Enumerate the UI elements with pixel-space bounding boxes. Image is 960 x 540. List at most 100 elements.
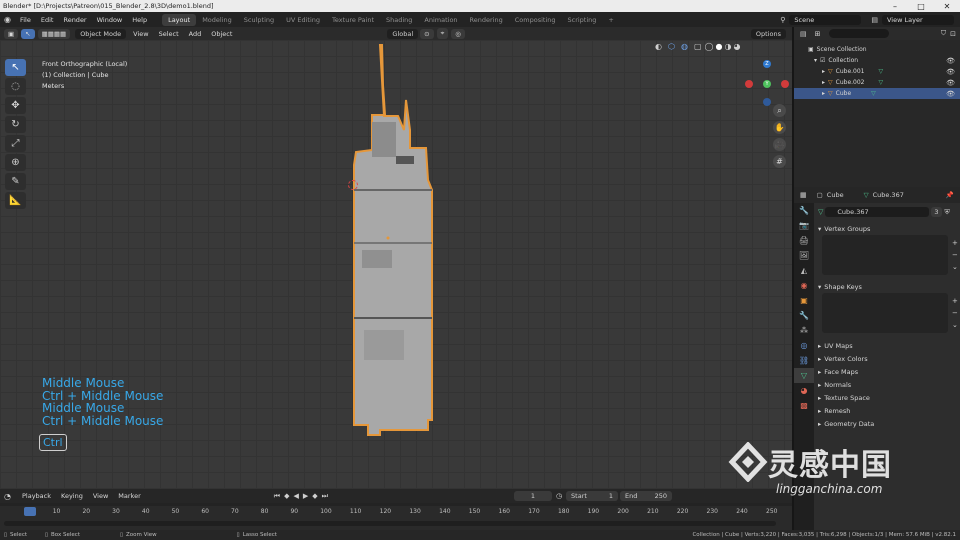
scene-selector[interactable]: Scene <box>789 14 862 25</box>
workspace-tab-animation[interactable]: Animation <box>418 14 463 26</box>
eye-icon[interactable]: 👁 <box>946 90 955 98</box>
zoom-view-icon[interactable]: ⌕ <box>773 104 786 117</box>
workspace-tab-modeling[interactable]: Modeling <box>196 14 238 26</box>
end-frame-field[interactable]: End 250 <box>620 491 673 501</box>
editor-type-icon[interactable]: ▣ <box>4 28 19 39</box>
timeline-menu-marker[interactable]: Marker <box>113 492 145 500</box>
axis-x-icon[interactable] <box>781 80 789 88</box>
panel-face-maps[interactable]: ▸ Face Maps <box>818 365 958 378</box>
3d-viewport[interactable]: ↖ ◌ ✥ ↻ ⤢ ⊕ ✎ 📐 Front Orthographic (Loca… <box>0 40 792 489</box>
workspace-tab-shading[interactable]: Shading <box>380 14 418 26</box>
rotate-tool-icon[interactable]: ↻ <box>5 116 26 133</box>
tab-render-icon[interactable]: 📷 <box>794 218 814 233</box>
add-icon[interactable]: + <box>952 295 958 307</box>
expand-arrow-icon[interactable]: ▸ <box>822 90 825 97</box>
menu-render[interactable]: Render <box>58 16 91 24</box>
camera-view-icon[interactable]: 🎥 <box>773 138 786 151</box>
tab-physics-icon[interactable]: ◎ <box>794 338 814 353</box>
wireframe-shading-icon[interactable]: ◯ <box>705 42 714 51</box>
select-tool-icon[interactable]: ↖ <box>21 28 35 39</box>
outliner-scene-collection[interactable]: ▣ Scene Collection <box>794 44 960 55</box>
expand-arrow-icon[interactable]: ▸ <box>822 68 825 75</box>
workspace-tab-rendering[interactable]: Rendering <box>464 14 509 26</box>
tab-tool-icon[interactable]: 🔧 <box>794 203 814 218</box>
viewport-menu-select[interactable]: Select <box>154 30 184 38</box>
menu-edit[interactable]: Edit <box>36 16 59 24</box>
add-icon[interactable]: + <box>952 237 958 249</box>
scene-icon[interactable]: ⚲ <box>780 16 785 24</box>
mesh-name-field[interactable]: Cube.367 <box>825 207 930 217</box>
menu-file[interactable]: File <box>15 16 36 24</box>
panel-shape-keys[interactable]: ▾ Shape Keys <box>818 280 958 293</box>
axis-x-neg-icon[interactable] <box>745 80 753 88</box>
outliner-item-cube[interactable]: ▸ ▽ Cube ▽ 👁 <box>794 88 960 99</box>
tab-modifiers-icon[interactable]: 🔧 <box>794 308 814 323</box>
timeline-editor[interactable]: ◔ Playback Keying View Marker ⏮ ◆ ◀ ▶ ◆ … <box>0 489 792 530</box>
scale-tool-icon[interactable]: ⤢ <box>5 135 26 152</box>
preview-range-icon[interactable]: ◷ <box>556 492 562 500</box>
outliner-display-mode-icon[interactable]: ⊞ <box>815 30 821 38</box>
current-frame-field[interactable]: 1 <box>513 491 552 501</box>
panel-normals[interactable]: ▸ Normals <box>818 378 958 391</box>
remove-icon[interactable]: − <box>952 307 958 319</box>
minimize-icon[interactable]: – <box>882 2 908 11</box>
panel-texture-space[interactable]: ▸ Texture Space <box>818 391 958 404</box>
workspace-tab-scripting[interactable]: Scripting <box>562 14 603 26</box>
move-tool-icon[interactable]: ✥ <box>5 97 26 114</box>
gizmo-toggle-icon[interactable]: ⬡ <box>668 42 675 51</box>
tab-world-icon[interactable]: ◉ <box>794 278 814 293</box>
workspace-tab-texture-paint[interactable]: Texture Paint <box>326 14 380 26</box>
tab-scene-icon[interactable]: ◭ <box>794 263 814 278</box>
overlay-toggle-icon[interactable]: ◍ <box>681 42 688 51</box>
tab-particles-icon[interactable]: ⁂ <box>794 323 814 338</box>
panel-vertex-groups[interactable]: ▾ Vertex Groups <box>818 222 958 235</box>
select-box-tool-icon[interactable]: ↖ <box>5 59 26 76</box>
outliner-item-collection[interactable]: ▾ ☑ Collection 👁 <box>794 55 960 66</box>
filter-icon[interactable]: ⛉ <box>941 29 946 38</box>
jump-end-icon[interactable]: ⏭ <box>322 492 328 501</box>
pin-icon[interactable]: 📌 <box>946 191 954 199</box>
options-dropdown[interactable]: Options <box>750 28 786 39</box>
timeline-frame-ruler[interactable]: 1102030405060708090100110120130140150160… <box>0 506 792 530</box>
panel-remesh[interactable]: ▸ Remesh <box>818 404 958 417</box>
prev-keyframe-icon[interactable]: ◆ <box>284 492 289 500</box>
proportional-edit-icon[interactable]: ◎ <box>451 28 465 39</box>
axis-y-icon[interactable]: Y <box>763 80 771 88</box>
select-mode-icons[interactable]: ▦▦▦▦ <box>37 28 71 39</box>
viewport-menu-add[interactable]: Add <box>184 30 207 38</box>
add-workspace-button[interactable]: + <box>602 14 619 26</box>
viewport-menu-view[interactable]: View <box>128 30 153 38</box>
transform-tool-icon[interactable]: ⊕ <box>5 154 26 171</box>
eye-icon[interactable]: 👁 <box>946 79 955 87</box>
navigation-gizmo[interactable]: Z Y <box>742 54 790 110</box>
new-collection-icon[interactable]: ⊡ <box>950 30 956 38</box>
expand-arrow-icon[interactable]: ▾ <box>814 57 817 64</box>
axis-z-neg-icon[interactable] <box>763 98 771 106</box>
start-frame-field[interactable]: Start 1 <box>566 491 619 501</box>
panel-uv-maps[interactable]: ▸ UV Maps <box>818 339 958 352</box>
selected-cube-object[interactable] <box>340 40 450 440</box>
timeline-editor-type-icon[interactable]: ◔ <box>4 492 11 501</box>
snap-icon[interactable]: ⌖ <box>436 28 449 39</box>
eye-icon[interactable]: 👁 <box>946 68 955 76</box>
tab-material-icon[interactable]: ◕ <box>794 383 814 398</box>
xray-icon[interactable]: ▢ <box>694 42 702 51</box>
jump-start-icon[interactable]: ⏮ <box>274 492 280 501</box>
pivot-icon[interactable]: ⊙ <box>420 28 434 39</box>
cursor-tool-icon[interactable]: ◌ <box>5 78 26 95</box>
outliner-editor[interactable]: ▤ ⊞ ⛉ ⊡ ▣ Scene Collection ▾ ☑ Collectio… <box>792 27 960 187</box>
next-keyframe-icon[interactable]: ◆ <box>312 492 317 500</box>
menu-window[interactable]: Window <box>92 16 128 24</box>
visibility-icon[interactable]: ◐ <box>655 42 662 51</box>
playhead[interactable] <box>24 507 36 516</box>
tab-mesh-data-icon[interactable]: ▽ <box>794 368 814 383</box>
workspace-tab-sculpting[interactable]: Sculpting <box>238 14 280 26</box>
shape-keys-list[interactable] <box>822 293 948 333</box>
chevron-down-icon[interactable]: ⌄ <box>952 261 958 273</box>
tab-view-layer-icon[interactable]: 🖼 <box>794 248 814 263</box>
panel-geometry-data[interactable]: ▸ Geometry Data <box>818 417 958 430</box>
outliner-item-cube-001[interactable]: ▸ ▽ Cube.001 ▽ 👁 <box>794 66 960 77</box>
rendered-shading-icon[interactable]: ◕ <box>733 42 740 51</box>
viewport-menu-object[interactable]: Object <box>206 30 237 38</box>
ortho-toggle-icon[interactable]: # <box>773 155 786 168</box>
